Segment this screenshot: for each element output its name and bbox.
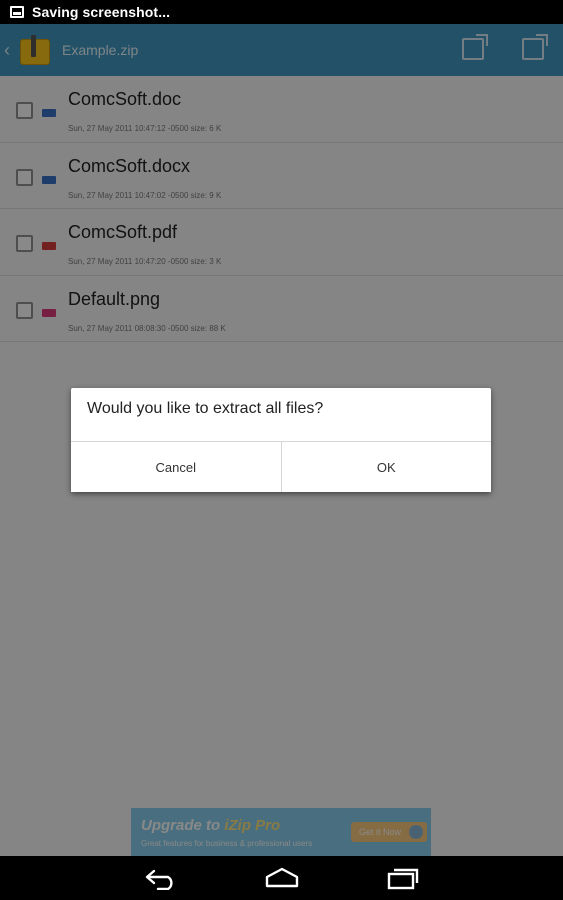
status-bar: Saving screenshot... bbox=[0, 0, 563, 24]
recent-apps-icon[interactable] bbox=[386, 866, 420, 890]
app-window: ‹ Example.zip ComcSoft.doc Sun, 27 May 2… bbox=[0, 24, 563, 856]
dialog-message: Would you like to extract all files? bbox=[87, 400, 324, 417]
screenshot-icon bbox=[10, 6, 24, 18]
back-icon[interactable] bbox=[144, 866, 180, 890]
status-text: Saving screenshot... bbox=[32, 4, 171, 20]
cancel-button[interactable]: Cancel bbox=[71, 442, 281, 492]
extract-dialog: Would you like to extract all files? Can… bbox=[71, 388, 491, 492]
home-icon[interactable] bbox=[264, 866, 300, 890]
ok-button[interactable]: OK bbox=[280, 442, 491, 492]
navigation-bar bbox=[0, 856, 563, 900]
dialog-buttons: Cancel OK bbox=[71, 441, 491, 492]
